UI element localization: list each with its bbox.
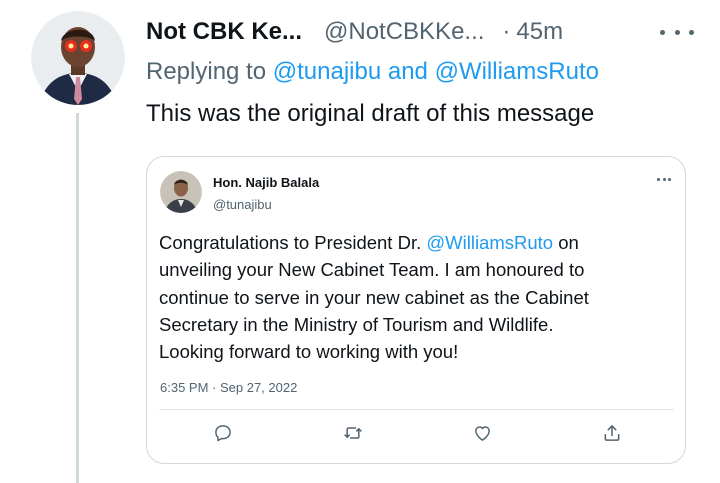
- share-icon[interactable]: [600, 421, 624, 445]
- replying-and[interactable]: and: [388, 58, 428, 85]
- mention-williamsruto-quoted[interactable]: @WilliamsRuto: [426, 232, 553, 253]
- quoted-tweet-card[interactable]: Hon. Najib Balala @tunajibu Congratulati…: [146, 156, 686, 464]
- user-handle[interactable]: @NotCBKKe...: [324, 18, 484, 46]
- mention-tunajibu[interactable]: @tunajibu: [273, 58, 381, 85]
- thread-line: [76, 113, 79, 483]
- reply-icon[interactable]: [211, 421, 235, 445]
- quoted-line-2: unveiling your New Cabinet Team. I am ho…: [159, 259, 585, 281]
- quoted-more-icon[interactable]: [657, 178, 671, 182]
- divider: [159, 409, 674, 410]
- avatar[interactable]: [31, 11, 125, 105]
- tweet-text: This was the original draft of this mess…: [146, 100, 595, 127]
- quoted-handle[interactable]: @tunajibu: [213, 197, 272, 212]
- tweet: Not CBK Ke... @NotCBKKe... · 45m Replyin…: [0, 0, 720, 483]
- mention-williamsruto[interactable]: @WilliamsRuto: [435, 58, 599, 85]
- replying-to: Replying to @tunajibu and @WilliamsRuto: [146, 58, 599, 86]
- replying-prefix: Replying to: [146, 58, 267, 85]
- quoted-avatar[interactable]: [160, 171, 202, 213]
- quoted-tweet-text: Congratulations to President Dr. @Willia…: [159, 229, 669, 365]
- quoted-display-name[interactable]: Hon. Najib Balala: [213, 175, 319, 190]
- quoted-line-3: continue to serve in your new cabinet as…: [159, 286, 589, 308]
- display-name[interactable]: Not CBK Ke...: [146, 18, 302, 46]
- quoted-line-1: Congratulations to President Dr. @Willia…: [159, 229, 669, 256]
- like-icon[interactable]: [470, 421, 494, 445]
- separator-dot: ·: [502, 18, 511, 45]
- timestamp[interactable]: 45m: [516, 18, 563, 46]
- quoted-line-1-b: on: [553, 232, 579, 253]
- quoted-line-4: Secretary in the Ministry of Tourism and…: [159, 313, 554, 335]
- quoted-line-5: Looking forward to working with you!: [159, 341, 459, 363]
- retweet-icon[interactable]: [341, 421, 365, 445]
- quoted-action-bar: [147, 419, 685, 447]
- quoted-line-1-a: Congratulations to President Dr.: [159, 232, 427, 253]
- quoted-timestamp[interactable]: 6:35 PM · Sep 27, 2022: [160, 380, 297, 395]
- tweet-header: Not CBK Ke... @NotCBKKe... · 45m: [146, 15, 694, 49]
- more-icon[interactable]: [660, 27, 694, 37]
